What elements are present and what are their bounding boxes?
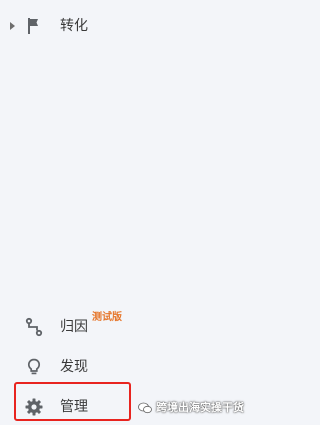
nav-label-admin: 管理 (60, 399, 88, 415)
watermark: 跨境出海实操干货 (138, 398, 244, 418)
nav-item-discover[interactable]: 发现 (0, 349, 245, 385)
nav-item-conversions[interactable]: 转化 (0, 8, 245, 44)
expand-caret-icon[interactable] (10, 22, 15, 30)
lightbulb-icon (24, 357, 44, 377)
wechat-icon (138, 402, 156, 414)
nav-label-attribution: 归因 (60, 319, 88, 335)
nav-label-conversions: 转化 (60, 18, 88, 34)
beta-badge: 测试版 (92, 312, 122, 323)
watermark-text: 跨境出海实操干货 (156, 401, 244, 414)
attribution-path-icon (24, 317, 44, 337)
gear-icon (24, 397, 44, 417)
flag-icon (24, 16, 44, 36)
nav-item-attribution[interactable]: 归因 测试版 (0, 309, 245, 345)
nav-label-discover: 发现 (60, 359, 88, 375)
